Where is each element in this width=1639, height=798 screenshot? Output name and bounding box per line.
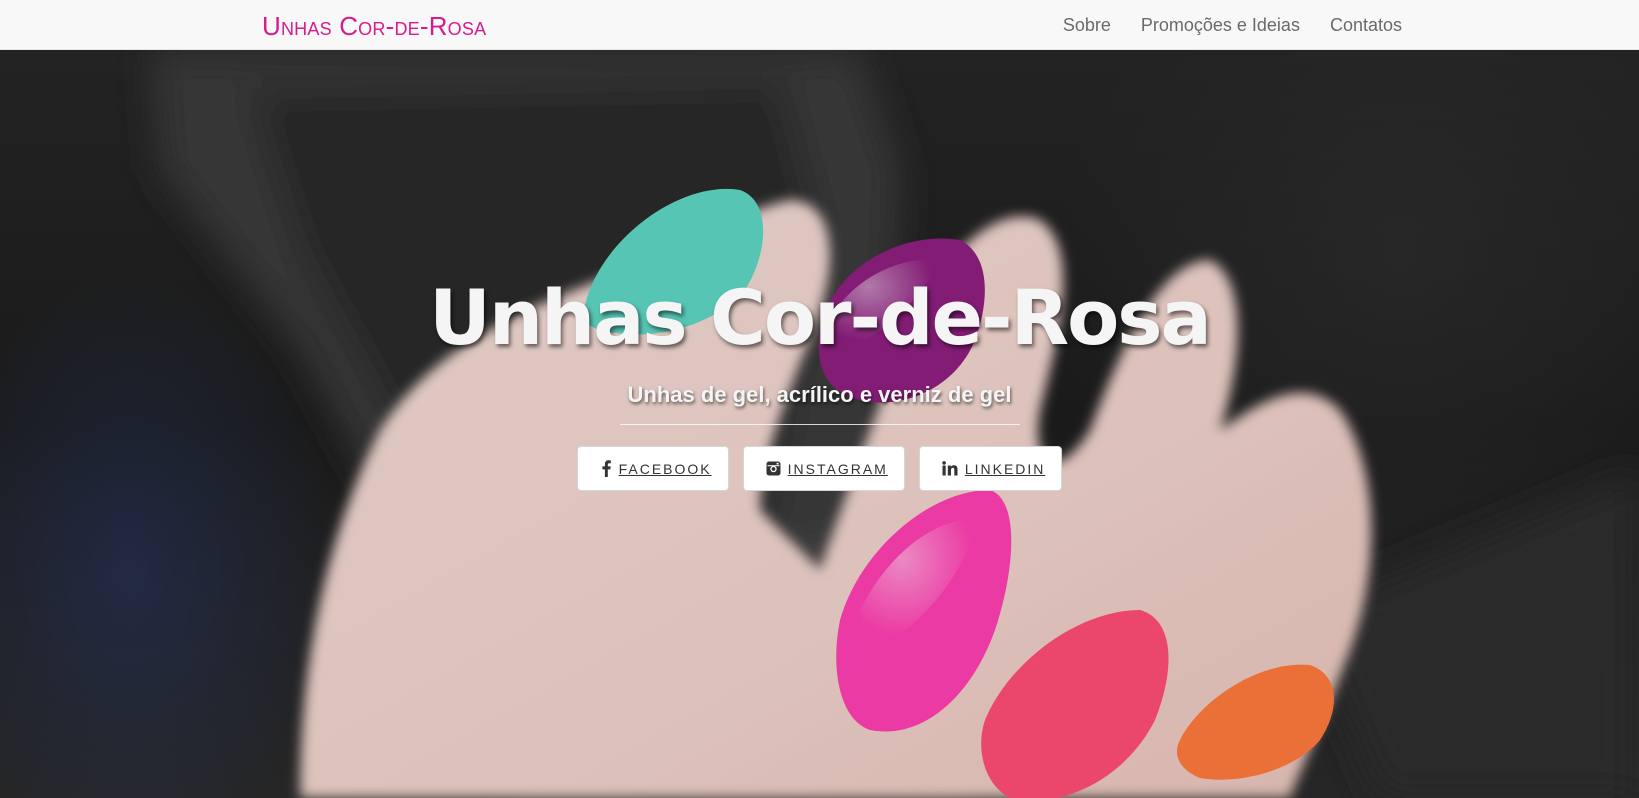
hero-title: Unhas Cor-de-Rosa [429,273,1212,362]
nav-item-sobre: Sobre [1063,15,1111,36]
linkedin-button[interactable]: Linkedin [918,446,1063,491]
social-buttons: Facebook Instagram Linkedin [0,446,1639,491]
nav-item-promocoes: Promoções e Ideias [1141,15,1300,36]
linkedin-button-label: Linkedin [964,460,1046,477]
instagram-icon [766,461,781,476]
top-navbar: Unhas Cor-de-Rosa Sobre Promoções e Idei… [0,0,1639,50]
instagram-button-label: Instagram [787,460,888,477]
nav-menu: Sobre Promoções e Ideias Contatos [1063,0,1402,50]
hero-content: Unhas Cor-de-Rosa Unhas de gel, acrílico… [0,280,1639,491]
hero-subtitle: Unhas de gel, acrílico e verniz de gel [627,382,1012,407]
facebook-button-label: Facebook [618,460,712,477]
instagram-button[interactable]: Instagram [742,446,905,491]
nav-link-sobre[interactable]: Sobre [1063,15,1111,35]
facebook-button[interactable]: Facebook [576,446,729,491]
brand-logo-link[interactable]: Unhas Cor-de-Rosa [262,11,486,42]
nav-item-contatos: Contatos [1330,15,1402,36]
facebook-icon [600,460,612,477]
hero-divider [619,424,1020,425]
hero-section: Unhas Cor-de-Rosa Unhas de gel, acrílico… [0,50,1639,798]
nav-link-promocoes[interactable]: Promoções e Ideias [1141,15,1300,35]
nav-link-contatos[interactable]: Contatos [1330,15,1402,35]
linkedin-icon [942,461,958,476]
